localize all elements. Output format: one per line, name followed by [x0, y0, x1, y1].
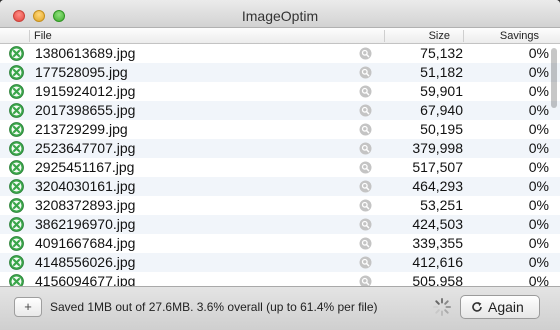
file-savings: 0%	[528, 216, 549, 232]
magnifier-icon[interactable]	[359, 275, 372, 286]
status-x-circle-icon	[9, 179, 24, 194]
add-files-button[interactable]: +	[14, 297, 42, 317]
file-name: 2017398655.jpg	[35, 102, 136, 118]
status-x-circle-icon	[9, 141, 24, 156]
table-row[interactable]: 3204030161.jpg 464,293 0%	[0, 177, 560, 196]
file-size: 59,901	[420, 83, 463, 99]
magnifier-icon[interactable]	[359, 199, 372, 212]
title-bar[interactable]: ImageOptim	[0, 0, 560, 28]
file-savings: 0%	[528, 273, 549, 286]
status-x-circle-icon	[9, 122, 24, 137]
table-row[interactable]: 2523647707.jpg 379,998 0%	[0, 139, 560, 158]
status-x-circle-icon	[9, 236, 24, 251]
status-x-circle-icon	[9, 65, 24, 80]
column-divider	[463, 30, 464, 42]
file-size: 424,503	[412, 216, 463, 232]
status-x-circle-icon	[9, 160, 24, 175]
file-name: 177528095.jpg	[35, 64, 128, 80]
file-size: 412,616	[412, 254, 463, 270]
file-name: 3204030161.jpg	[35, 178, 136, 194]
column-header-file[interactable]: File	[34, 29, 52, 43]
table-row[interactable]: 2925451167.jpg 517,507 0%	[0, 158, 560, 177]
again-button-label: Again	[488, 299, 524, 315]
table-rows: 1380613689.jpg 75,132 0% 177528095.jpg 51,18…	[0, 44, 560, 286]
file-savings: 0%	[528, 197, 549, 213]
table-row[interactable]: 3862196970.jpg 424,503 0%	[0, 215, 560, 234]
file-savings: 0%	[528, 102, 549, 118]
file-savings: 0%	[528, 140, 549, 156]
file-size: 464,293	[412, 178, 463, 194]
file-name: 213729299.jpg	[35, 121, 128, 137]
table-row[interactable]: 4148556026.jpg 412,616 0%	[0, 253, 560, 272]
magnifier-icon[interactable]	[359, 66, 372, 79]
vertical-scrollbar[interactable]	[551, 48, 557, 108]
magnifier-icon[interactable]	[359, 180, 372, 193]
file-size: 51,182	[420, 64, 463, 80]
file-name: 3862196970.jpg	[35, 216, 136, 232]
file-savings: 0%	[528, 178, 549, 194]
magnifier-icon[interactable]	[359, 47, 372, 60]
status-x-circle-icon	[9, 198, 24, 213]
again-button[interactable]: Again	[460, 295, 540, 319]
file-size: 505,958	[412, 273, 463, 286]
column-header-size[interactable]: Size	[429, 29, 450, 43]
magnifier-icon[interactable]	[359, 85, 372, 98]
magnifier-icon[interactable]	[359, 123, 372, 136]
file-size: 517,507	[412, 159, 463, 175]
file-name: 1380613689.jpg	[35, 45, 136, 61]
file-size: 339,355	[412, 235, 463, 251]
table-row[interactable]: 213729299.jpg 50,195 0%	[0, 120, 560, 139]
table-row[interactable]: 3208372893.jpg 53,251 0%	[0, 196, 560, 215]
magnifier-icon[interactable]	[359, 104, 372, 117]
file-savings: 0%	[528, 64, 549, 80]
file-size: 50,195	[420, 121, 463, 137]
file-table[interactable]: File Size Savings 1380613689.jpg 75,132 0%…	[0, 28, 560, 286]
status-x-circle-icon	[9, 84, 24, 99]
column-divider	[384, 30, 385, 42]
file-name: 4148556026.jpg	[35, 254, 136, 270]
table-row[interactable]: 177528095.jpg 51,182 0%	[0, 63, 560, 82]
table-row[interactable]: 1915924012.jpg 59,901 0%	[0, 82, 560, 101]
file-size: 53,251	[420, 197, 463, 213]
file-savings: 0%	[528, 45, 549, 61]
window-title: ImageOptim	[241, 8, 319, 24]
magnifier-icon[interactable]	[359, 237, 372, 250]
column-divider	[29, 30, 30, 42]
magnifier-icon[interactable]	[359, 142, 372, 155]
savings-status-text: Saved 1MB out of 27.6MB. 3.6% overall (u…	[50, 300, 378, 314]
bottom-toolbar: + Saved 1MB out of 27.6MB. 3.6% overall …	[0, 286, 560, 330]
column-header-savings[interactable]: Savings	[500, 29, 539, 43]
table-row[interactable]: 2017398655.jpg 67,940 0%	[0, 101, 560, 120]
status-x-circle-icon	[9, 217, 24, 232]
table-row[interactable]: 1380613689.jpg 75,132 0%	[0, 44, 560, 63]
file-savings: 0%	[528, 159, 549, 175]
file-name: 4091667684.jpg	[35, 235, 136, 251]
table-header: File Size Savings	[0, 28, 560, 44]
magnifier-icon[interactable]	[359, 256, 372, 269]
imageoptim-window: ImageOptim File Size Savings 1380613689.…	[0, 0, 560, 330]
file-size: 75,132	[420, 45, 463, 61]
status-x-circle-icon	[9, 103, 24, 118]
file-size: 67,940	[420, 102, 463, 118]
file-savings: 0%	[528, 254, 549, 270]
file-name: 2523647707.jpg	[35, 140, 136, 156]
table-row[interactable]: 4091667684.jpg 339,355 0%	[0, 234, 560, 253]
file-name: 1915924012.jpg	[35, 83, 136, 99]
table-row[interactable]: 4156094677.jpg 505,958 0%	[0, 272, 560, 286]
file-name: 3208372893.jpg	[35, 197, 136, 213]
file-savings: 0%	[528, 121, 549, 137]
status-x-circle-icon	[9, 255, 24, 270]
progress-spinner-icon	[433, 298, 451, 316]
status-x-circle-icon	[9, 46, 24, 61]
file-name: 2925451167.jpg	[35, 159, 135, 175]
status-x-circle-icon	[9, 274, 24, 286]
magnifier-icon[interactable]	[359, 161, 372, 174]
file-savings: 0%	[528, 235, 549, 251]
file-savings: 0%	[528, 83, 549, 99]
refresh-icon	[472, 302, 482, 312]
file-name: 4156094677.jpg	[35, 273, 136, 286]
magnifier-icon[interactable]	[359, 218, 372, 231]
file-size: 379,998	[412, 140, 463, 156]
